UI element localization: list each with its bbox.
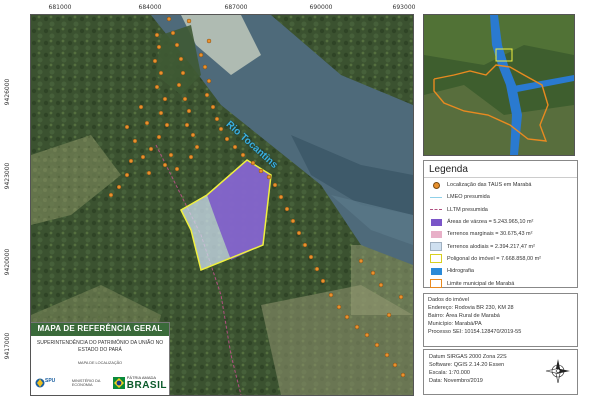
lltm-dashed-line-icon (430, 206, 442, 214)
property-process: Processo SEI: 10154.128470/2019-55 (428, 329, 522, 335)
coord-x-5: 693000 (392, 4, 416, 11)
ministry-logo-text: MINISTÉRIO DA ECONOMIA (71, 378, 101, 388)
property-municipality: Município: Marabá/PA (428, 321, 482, 327)
legend-item-limite: Limite municipal de Marabá (424, 277, 577, 289)
coord-x-4: 690000 (309, 4, 333, 11)
varzea-swatch-icon (430, 218, 442, 226)
legend-label: LLTM presumida (447, 206, 488, 213)
coord-y-3: 9420000 (4, 248, 11, 276)
legend-label: Áreas de várzea = 5.243.965,10 m² (447, 219, 534, 226)
north-arrow-icon (545, 358, 571, 384)
legend-item-lltm: LLTM presumida (424, 204, 577, 216)
coord-x-2: 684000 (138, 4, 162, 11)
coord-x-1: 681000 (48, 4, 72, 11)
spu-logo: SPU (35, 375, 61, 391)
brasil-logo: PÁTRIA AMADA BRASIL (112, 375, 167, 391)
property-info-title: Dados do imóvel (428, 297, 469, 303)
legend-item-marginais: Terrenos marginais = 30.675,43 m² (424, 228, 577, 240)
legend-item-taus: Localização das TAUS em Marabá (424, 179, 577, 191)
marginais-swatch-icon (430, 230, 442, 238)
limite-outline-icon (430, 279, 442, 289)
map-layout: 681000 684000 687000 690000 693000 94260… (0, 0, 600, 400)
map-title: MAPA DE REFERÊNCIA GERAL (37, 324, 163, 333)
map-metadata-box: Datum SIRGAS 2000 Zona 22S Software: QGI… (423, 349, 578, 395)
taus-dot-icon (430, 181, 442, 189)
coord-x-3: 687000 (224, 4, 248, 11)
property-address: Endereço: Rodovia BR 230, KM 28 (428, 305, 514, 311)
legend-title: Legenda (424, 161, 577, 178)
poligonal-outline-icon (430, 254, 442, 264)
lmeo-line-icon (430, 193, 442, 201)
logos-row: SPU MINISTÉRIO DA ECONOMIA PÁTRIA AMADA … (35, 373, 167, 393)
legend-label: Terrenos marginais = 30.675,43 m² (447, 231, 533, 238)
legend-item-varzea: Áreas de várzea = 5.243.965,10 m² (424, 216, 577, 228)
legend-label: Terrenos alodiais = 2.394.217,47 m² (447, 243, 535, 250)
legend-label: Localização das TAUS em Marabá (447, 182, 532, 189)
legend-label: Hidrografia (447, 268, 474, 275)
legend-item-lmeo: LMEO presumida (424, 191, 577, 203)
legend-item-hidrografia: Hidrografia (424, 265, 577, 277)
title-box: MAPA DE REFERÊNCIA GERAL SUPERINTENDÊNCI… (31, 322, 170, 395)
inset-map[interactable] (423, 14, 575, 156)
legend-item-alodiais: Terrenos alodiais = 2.394.217,47 m² (424, 240, 577, 252)
brasil-flag-icon (112, 377, 125, 389)
property-district: Bairro: Área Rural de Marabá (428, 313, 500, 319)
legend: Legenda Localização das TAUS em Marabá L… (423, 160, 578, 289)
coord-y-1: 9426000 (4, 78, 11, 106)
property-info-box: Dados do imóvel Endereço: Rodovia BR 230… (423, 293, 578, 347)
map-caption: MAPA DE LOCALIZAÇÃO (77, 361, 123, 365)
legend-label: Poligonal do imóvel = 7.668.858,00 m² (447, 255, 542, 262)
legend-label: Limite municipal de Marabá (447, 280, 515, 287)
inset-map-canvas (424, 15, 574, 155)
legend-item-poligonal: Poligonal do imóvel = 7.668.858,00 m² (424, 253, 577, 265)
coord-y-4: 9417000 (4, 332, 11, 360)
map-subtitle: SUPERINTENDÊNCIA DO PATRIMÔNIO DA UNIÃO … (36, 340, 164, 353)
hidrografia-swatch-icon (430, 267, 442, 275)
coord-y-2: 9423000 (4, 162, 11, 190)
alodiais-swatch-icon (430, 242, 442, 252)
legend-label: LMEO presumida (447, 194, 490, 201)
